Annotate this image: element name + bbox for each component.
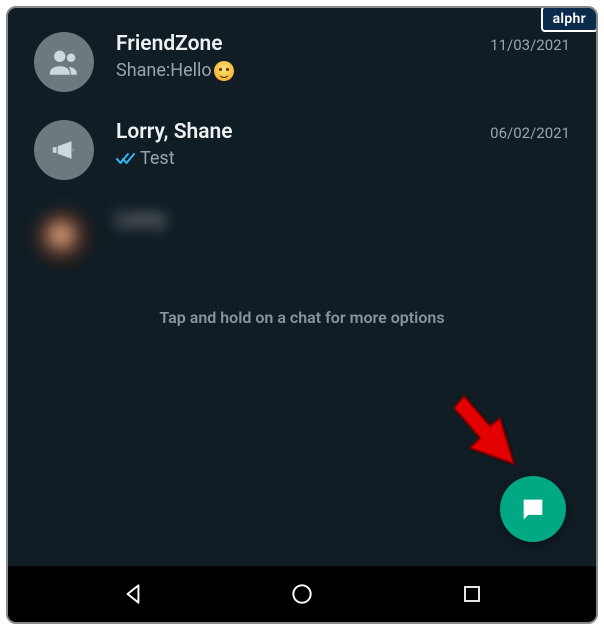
chat-title: Lorry (116, 208, 572, 233)
preview-prefix: Shane: (116, 60, 170, 82)
new-chat-icon (519, 495, 547, 523)
source-badge: alphr (541, 6, 598, 32)
chat-content: Lorry (116, 208, 572, 236)
chat-row[interactable]: Lorry, Shane Test 06/02/2021 (8, 106, 596, 194)
new-chat-fab[interactable] (500, 476, 566, 542)
chat-list: FriendZone Shane: Hello 11/03/2021 Lorry… (8, 8, 596, 282)
chat-row[interactable]: Lorry (8, 194, 596, 282)
nav-recent-button[interactable] (427, 582, 517, 606)
hint-text: Tap and hold on a chat for more options (8, 308, 596, 327)
preview-text: Test (140, 148, 175, 170)
chat-row[interactable]: FriendZone Shane: Hello 11/03/2021 (8, 18, 596, 106)
read-ticks-icon (116, 152, 136, 166)
android-navbar (8, 566, 596, 622)
square-recent-icon (460, 582, 484, 606)
chat-preview: Test (116, 148, 572, 170)
nav-home-button[interactable] (257, 581, 347, 607)
chat-date: 06/02/2021 (490, 124, 570, 142)
preview-text: Hello (170, 60, 211, 82)
chat-preview: Shane: Hello (116, 60, 572, 82)
chat-date: 11/03/2021 (490, 36, 570, 54)
group-avatar-icon (34, 32, 94, 92)
circle-home-icon (289, 581, 315, 607)
triangle-back-icon (120, 581, 146, 607)
annotation-arrow-icon (444, 388, 524, 478)
contact-avatar (34, 208, 94, 268)
app-frame: alphr FriendZone Shane: Hello 11/03/2021 (6, 6, 598, 624)
smile-emoji-icon (214, 61, 234, 81)
nav-back-button[interactable] (88, 581, 178, 607)
broadcast-avatar-icon (34, 120, 94, 180)
